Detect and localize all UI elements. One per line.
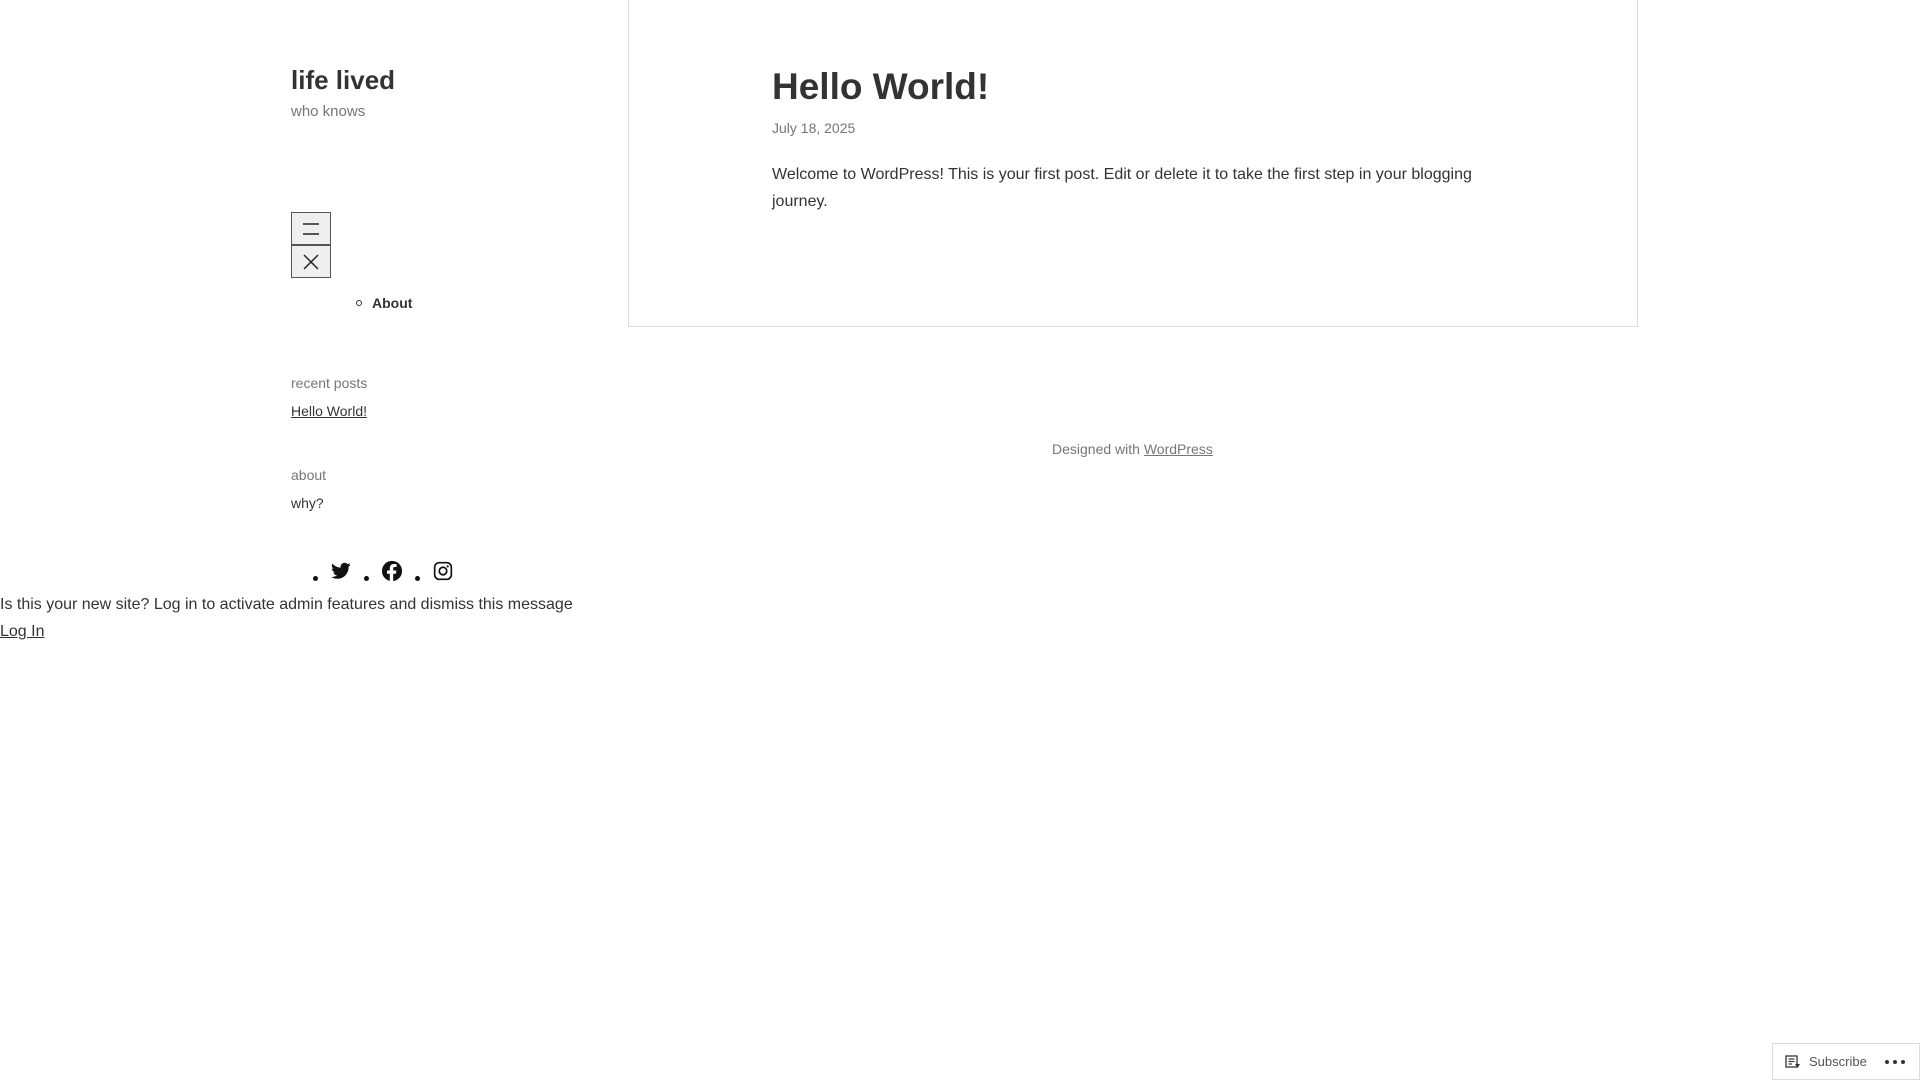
site-tagline: who knows <box>291 103 366 120</box>
sidebar: life lived who knows About recent posts … <box>291 60 591 582</box>
admin-notice-message: Is this your new site? Log in to activat… <box>0 596 573 613</box>
post-container: Hello World! July 18, 2025 Welcome to Wo… <box>628 0 1638 327</box>
nav-menu: About <box>291 293 412 313</box>
recent-post-link[interactable]: Hello World! <box>291 401 367 421</box>
hamburger-icon <box>303 222 319 235</box>
list-bullet <box>415 575 420 581</box>
subscribe-button[interactable]: Subscribe <box>1785 1054 1867 1069</box>
page: life lived who knows About recent posts … <box>0 0 1920 1080</box>
site-title[interactable]: life lived <box>291 60 591 100</box>
instagram-icon[interactable] <box>432 560 454 582</box>
reader-icon <box>1785 1054 1800 1068</box>
about-widget-text: why? <box>291 495 324 511</box>
post-date[interactable]: July 18, 2025 <box>772 118 855 138</box>
list-bullet <box>364 575 369 581</box>
menu-close-button[interactable] <box>291 245 331 278</box>
recent-posts-title: recent posts <box>291 375 368 391</box>
more-options-button[interactable] <box>1884 1059 1909 1064</box>
close-icon <box>303 253 319 270</box>
subscribe-label: Subscribe <box>1809 1054 1867 1069</box>
facebook-icon[interactable] <box>381 560 403 582</box>
subscribe-bar: Subscribe <box>1772 1043 1920 1080</box>
social-links <box>313 560 466 582</box>
login-link[interactable]: Log In <box>0 621 44 643</box>
post-title[interactable]: Hello World! <box>772 64 989 110</box>
menu-open-button[interactable] <box>291 212 331 245</box>
twitter-icon[interactable] <box>330 560 352 582</box>
nav-item-about[interactable]: About <box>355 293 412 313</box>
about-widget-title: about <box>291 467 327 483</box>
footer-prefix: Designed with <box>1052 441 1140 457</box>
dot-icon <box>1900 1059 1905 1064</box>
site-footer: Designed with WordPress <box>1052 439 1213 459</box>
post-body: Welcome to WordPress! This is your first… <box>772 166 1472 210</box>
footer-wordpress-link[interactable]: WordPress <box>1144 441 1213 457</box>
nav-item-label[interactable]: About <box>372 295 412 311</box>
list-bullet <box>313 575 318 581</box>
dot-icon <box>1892 1059 1897 1064</box>
dot-icon <box>1884 1059 1889 1064</box>
